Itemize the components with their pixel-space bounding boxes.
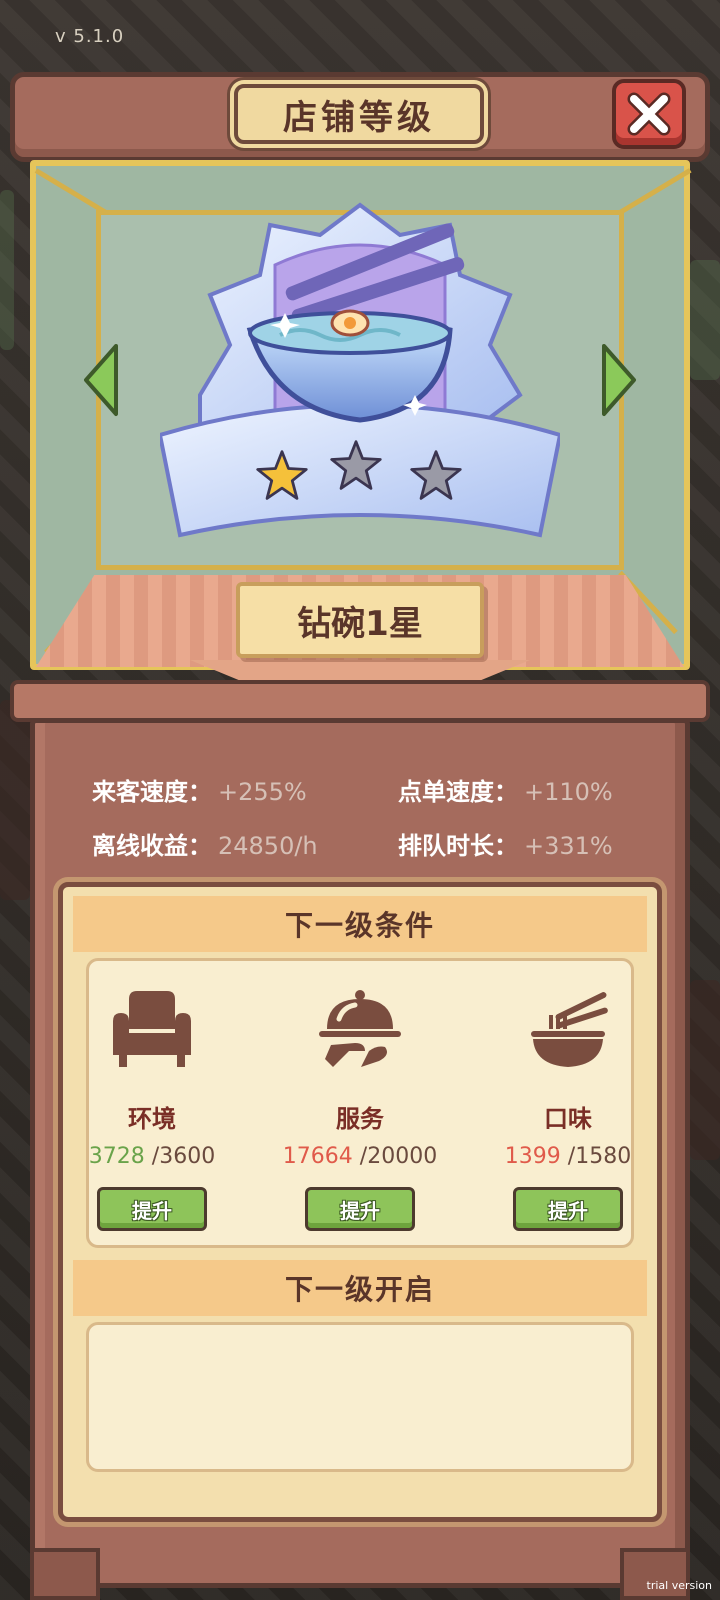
background-tile	[690, 260, 720, 380]
star-filled-icon	[256, 450, 308, 500]
stat-value: +110%	[524, 778, 613, 806]
upgrade-environment-button[interactable]: 提升	[97, 1187, 207, 1231]
trial-watermark: trial version	[646, 1579, 712, 1592]
level-plate: 钻碗1星	[236, 582, 484, 658]
condition-label: 环境	[128, 1105, 176, 1133]
stat-value: +255%	[218, 778, 307, 806]
stat-label: 排队时长：	[398, 832, 518, 860]
unlock-box	[86, 1322, 634, 1472]
section-next-unlock: 下一级开启	[73, 1260, 647, 1316]
stat-value: 24850/h	[218, 832, 318, 860]
stat-label: 点单速度：	[398, 778, 518, 806]
upgrade-service-button[interactable]: 提升	[305, 1187, 415, 1231]
cabinet-foot	[30, 1548, 100, 1600]
serving-cloche-icon	[319, 990, 401, 1067]
arrow-right-icon[interactable]	[598, 340, 638, 420]
level-name: 钻碗1星	[297, 603, 423, 644]
background-tile	[0, 190, 14, 350]
condition-progress: 17664 /20000	[280, 1144, 440, 1169]
condition-required: /1580	[567, 1144, 632, 1169]
condition-current: 3728	[88, 1144, 145, 1169]
section-title: 下一级条件	[284, 909, 435, 942]
version-label: v 5.1.0	[55, 26, 125, 47]
page-title: 店铺等级	[283, 97, 435, 138]
condition-progress: 1399 /1580	[488, 1144, 648, 1169]
condition-environment: 环境 3728 /3600 提升	[72, 985, 232, 1231]
cabinet-foot	[620, 1548, 690, 1600]
condition-label: 服务	[336, 1105, 384, 1133]
armchair-icon	[113, 991, 191, 1067]
noodle-bowl-icon	[531, 992, 608, 1067]
condition-current: 1399	[504, 1144, 561, 1169]
upgrade-taste-button[interactable]: 提升	[513, 1187, 623, 1231]
arrow-left-icon[interactable]	[82, 340, 122, 420]
stat-label: 来客速度：	[92, 778, 212, 806]
condition-required: /20000	[359, 1144, 438, 1169]
condition-taste: 口味 1399 /1580 提升	[488, 985, 648, 1231]
section-next-conditions: 下一级条件	[73, 896, 647, 952]
stat-queue-time: 排队时长： +331%	[398, 826, 613, 861]
close-button[interactable]	[612, 79, 686, 149]
condition-current: 17664	[282, 1144, 353, 1169]
cabinet-ledge	[10, 680, 710, 722]
condition-required: /3600	[151, 1144, 216, 1169]
condition-progress: 3728 /3600	[72, 1144, 232, 1169]
star-empty-icon	[330, 440, 382, 490]
star-empty-icon	[410, 450, 462, 500]
close-icon	[627, 92, 671, 136]
stat-offline-income: 离线收益： 24850/h	[92, 826, 318, 861]
stat-order-speed: 点单速度： +110%	[398, 772, 613, 807]
background-tile	[0, 700, 30, 900]
title-plate: 店铺等级	[234, 84, 484, 144]
stat-value: +331%	[524, 832, 613, 860]
background-tile	[690, 980, 720, 1160]
stat-label: 离线收益：	[92, 832, 212, 860]
stat-guest-speed: 来客速度： +255%	[92, 772, 307, 807]
condition-label: 口味	[544, 1105, 592, 1133]
condition-service: 服务 17664 /20000 提升	[280, 985, 440, 1231]
section-title: 下一级开启	[284, 1273, 435, 1306]
